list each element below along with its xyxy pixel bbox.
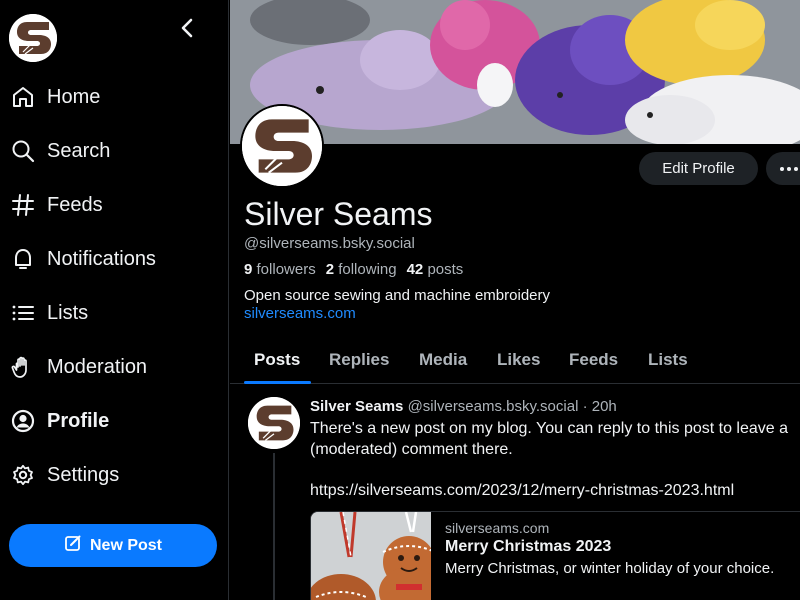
home-icon [11,85,35,109]
nav-item-moderation[interactable]: Moderation [0,345,229,389]
nav-label-settings: Settings [47,463,120,486]
followers-stat[interactable]: 9 followers [244,261,316,278]
nav-label-search: Search [47,139,111,162]
profile-main: Edit Profile Silver Seams @silverseams.b… [230,0,800,600]
nav-item-profile[interactable]: Profile [0,399,229,443]
nav-label-profile: Profile [47,409,110,432]
list-icon [11,301,35,325]
bell-icon [11,247,35,271]
tab-likes[interactable]: Likes [497,336,540,384]
tab-posts[interactable]: Posts [254,336,300,384]
profile-handle: @silverseams.bsky.social [244,235,415,252]
silver-seams-logo [248,397,300,449]
profile-website-link[interactable]: silverseams.com [244,305,356,322]
profile-stats: 9 followers 2 following 42 posts [244,261,463,278]
nav-label-lists: Lists [47,301,89,324]
new-post-label: New Post [89,536,162,554]
active-tab-indicator [244,381,311,384]
tab-lists[interactable]: Lists [648,336,688,384]
nav-item-home[interactable]: Home [0,75,229,119]
post-author-handle[interactable]: @silverseams.bsky.social [408,398,579,415]
profile-avatar[interactable] [240,104,324,188]
link-card[interactable]: silverseams.com Merry Christmas 2023 Mer… [310,511,800,600]
sidebar: Home Search Feeds Notifications Lists Mo… [0,0,229,600]
posts-count: 42 [406,261,424,278]
collapse-sidebar-button[interactable] [176,16,198,40]
profile-display-name: Silver Seams [244,196,433,232]
user-circle-icon [11,409,35,433]
nav-item-feeds[interactable]: Feeds [0,183,229,227]
edit-profile-button[interactable]: Edit Profile [639,152,758,185]
followers-label: followers [256,261,316,278]
nav-item-search[interactable]: Search [0,129,229,173]
nav-label-moderation: Moderation [47,355,148,378]
post-timestamp[interactable]: 20h [592,398,617,415]
hash-icon [11,193,35,217]
post-url[interactable]: https://silverseams.com/2023/12/merry-ch… [310,482,734,500]
more-options-button[interactable] [766,152,800,185]
link-card-thumbnail [311,512,431,600]
tab-feeds[interactable]: Feeds [569,336,618,384]
nav-item-settings[interactable]: Settings [0,453,229,497]
post-text-line: There's a new post on my blog. You can r… [310,420,789,437]
compose-icon [64,534,82,557]
feed-post[interactable]: Silver Seams @silverseams.bsky.social · … [230,385,800,600]
following-label: following [338,261,397,278]
link-card-title: Merry Christmas 2023 [445,538,612,555]
following-count: 2 [325,261,335,278]
search-icon [11,139,35,163]
nav-label-notifications: Notifications [47,247,156,270]
nav-label-home: Home [47,85,101,108]
silver-seams-logo [242,106,322,186]
post-meta: Silver Seams @silverseams.bsky.social · … [310,398,617,415]
posts-label: posts [427,261,464,278]
link-card-description: Merry Christmas, or winter holiday of yo… [445,560,775,577]
silver-seams-logo [9,14,57,62]
tab-media[interactable]: Media [419,336,467,384]
post-separator: · [582,398,588,415]
following-stat[interactable]: 2 following [326,261,397,278]
thread-line [273,453,275,600]
posts-stat: 42 posts [407,261,464,278]
user-avatar[interactable] [9,14,57,62]
ellipsis-icon [780,166,784,171]
post-author-name[interactable]: Silver Seams [310,398,403,415]
tab-replies[interactable]: Replies [329,336,389,384]
profile-bio: Open source sewing and machine embroider… [244,287,550,304]
gear-icon [11,463,35,487]
followers-count: 9 [244,261,253,278]
nav-item-notifications[interactable]: Notifications [0,237,229,281]
post-text: There's a new post on my blog. You can r… [310,418,800,460]
link-card-domain: silverseams.com [445,520,550,536]
post-author-avatar[interactable] [248,397,300,449]
chevron-left-icon [181,18,193,38]
nav-label-feeds: Feeds [47,193,103,216]
profile-tabs: Posts Replies Media Likes Feeds Lists [230,336,800,384]
new-post-button[interactable]: New Post [9,524,217,567]
hand-icon [11,355,35,379]
nav-item-lists[interactable]: Lists [0,291,229,335]
post-text-line: (moderated) comment there. [310,441,513,458]
